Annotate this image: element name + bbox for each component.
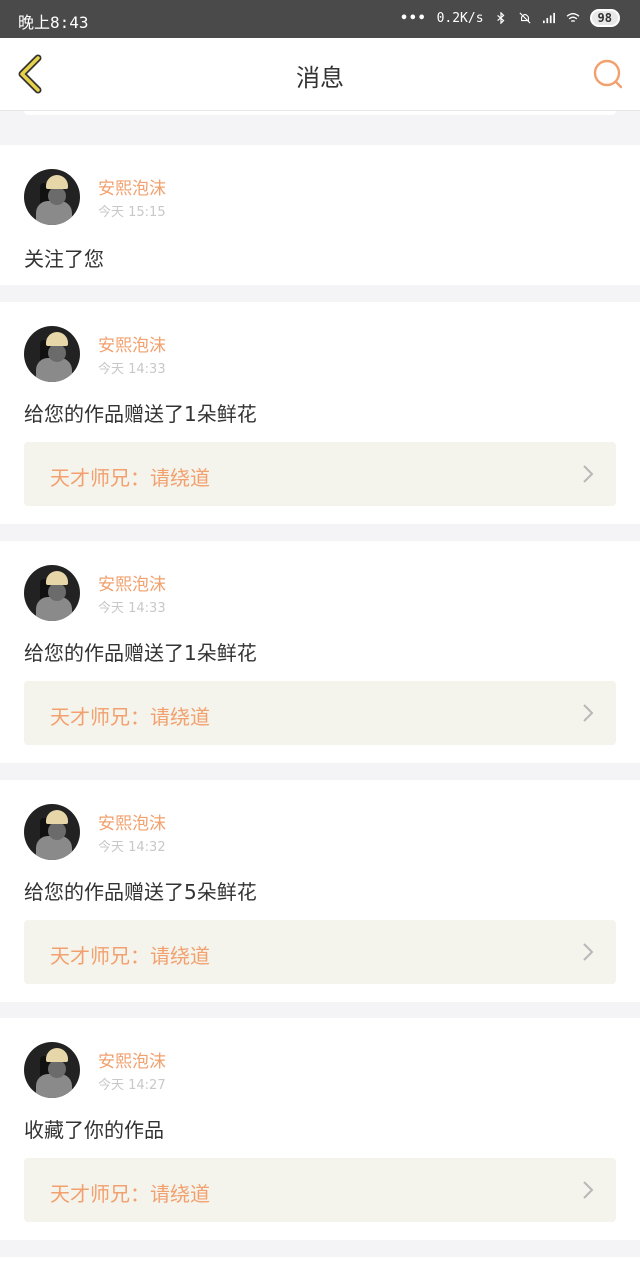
chevron-right-icon bbox=[583, 704, 594, 722]
notification-item[interactable]: 安熙泡沫 今天 15:15 关注了您 bbox=[0, 145, 640, 285]
work-link[interactable]: 天才师兄：请绕道 bbox=[24, 681, 616, 745]
bluetooth-icon bbox=[496, 12, 505, 24]
mute-bell-icon bbox=[519, 12, 531, 24]
timestamp: 今天 14:33 bbox=[98, 362, 166, 377]
notification-item[interactable]: 安熙泡沫 今天 14:33 给您的作品赠送了1朵鲜花 天才师兄：请绕道 bbox=[0, 302, 640, 524]
avatar[interactable] bbox=[24, 169, 80, 225]
network-speed: 0.2K/s bbox=[436, 10, 484, 26]
work-link[interactable]: 天才师兄：请绕道 bbox=[24, 442, 616, 506]
work-link[interactable]: 天才师兄：请绕道 bbox=[24, 920, 616, 984]
chevron-right-icon bbox=[583, 1181, 594, 1199]
username[interactable]: 安熙泡沫 bbox=[98, 570, 166, 595]
chevron-right-icon bbox=[583, 943, 594, 961]
timestamp: 今天 15:15 bbox=[98, 205, 166, 220]
search-icon[interactable] bbox=[590, 56, 626, 92]
timestamp: 今天 14:33 bbox=[98, 601, 166, 616]
work-link[interactable]: 天才师兄：请绕道 bbox=[24, 1158, 616, 1222]
notification-message: 给您的作品赠送了5朵鲜花 bbox=[24, 880, 257, 904]
notification-message: 给您的作品赠送了1朵鲜花 bbox=[24, 641, 257, 665]
notification-item[interactable]: 安熙泡沫 今天 14:32 给您的作品赠送了5朵鲜花 天才师兄：请绕道 bbox=[0, 780, 640, 1002]
timestamp: 今天 14:32 bbox=[98, 840, 166, 855]
wifi-icon bbox=[566, 13, 579, 22]
battery-indicator: 98 bbox=[589, 9, 620, 27]
avatar[interactable] bbox=[24, 804, 80, 860]
avatar[interactable] bbox=[24, 326, 80, 382]
username[interactable]: 安熙泡沫 bbox=[98, 174, 166, 199]
work-title: 天才师兄：请绕道 bbox=[50, 705, 210, 729]
work-title: 天才师兄：请绕道 bbox=[50, 944, 210, 968]
notification-item[interactable]: 安熙泡沫 今天 14:27 收藏了你的作品 天才师兄：请绕道 bbox=[0, 1018, 640, 1240]
signal-icon bbox=[542, 12, 555, 24]
chevron-right-icon bbox=[583, 465, 594, 483]
previous-card-edge bbox=[24, 111, 616, 115]
status-time: 晚上8:43 bbox=[18, 13, 89, 32]
username[interactable]: 安熙泡沫 bbox=[98, 1047, 166, 1072]
avatar[interactable] bbox=[24, 1042, 80, 1098]
status-bar: 晚上8:43 ••• 0.2K/s 98 bbox=[0, 0, 640, 38]
status-icons: ••• 0.2K/s 98 bbox=[400, 9, 620, 27]
notification-message: 收藏了你的作品 bbox=[24, 1118, 164, 1142]
avatar[interactable] bbox=[24, 565, 80, 621]
work-title: 天才师兄：请绕道 bbox=[50, 1182, 210, 1206]
page-title: 消息 bbox=[296, 64, 344, 92]
username[interactable]: 安熙泡沫 bbox=[98, 331, 166, 356]
more-dots-icon: ••• bbox=[400, 10, 427, 26]
next-card-edge bbox=[0, 1257, 640, 1280]
notification-message: 给您的作品赠送了1朵鲜花 bbox=[24, 402, 257, 426]
notification-item[interactable]: 安熙泡沫 今天 14:33 给您的作品赠送了1朵鲜花 天才师兄：请绕道 bbox=[0, 541, 640, 763]
timestamp: 今天 14:27 bbox=[98, 1078, 166, 1093]
username[interactable]: 安熙泡沫 bbox=[98, 809, 166, 834]
notification-message: 关注了您 bbox=[24, 247, 104, 271]
work-title: 天才师兄：请绕道 bbox=[50, 466, 210, 490]
nav-bar: 消息 bbox=[0, 38, 640, 111]
